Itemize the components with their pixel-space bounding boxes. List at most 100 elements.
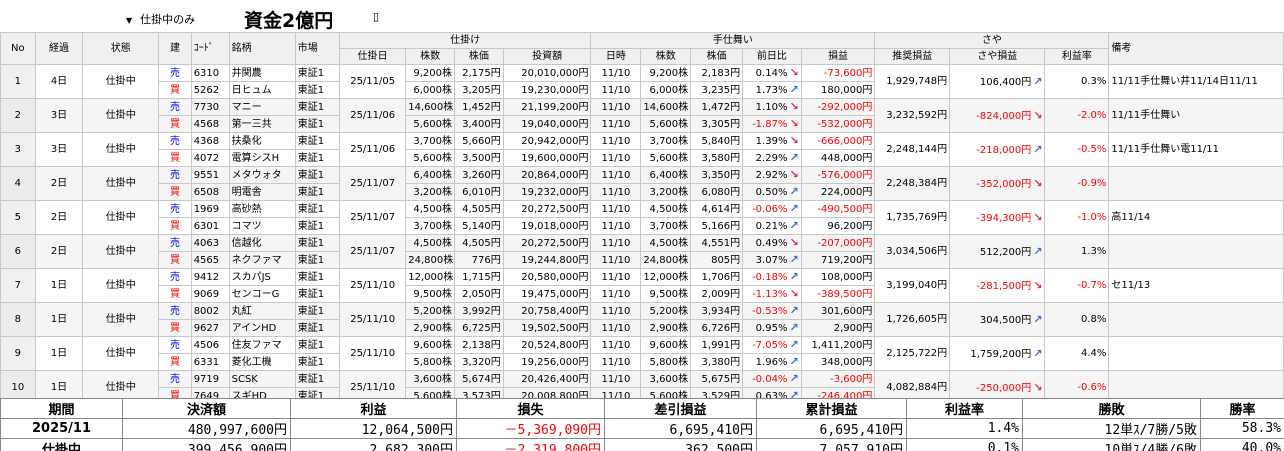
close-date-cell[interactable]: 11/10 [590,217,642,235]
side-cell[interactable]: 買 [158,251,192,269]
shares-cell[interactable]: 3,700株 [405,217,455,235]
prev-change-cell[interactable]: 1.73% ↗ [742,81,802,99]
pl-cell[interactable]: 2,900円 [800,319,876,337]
prev-change-cell[interactable]: 1.39% ↘ [742,132,802,150]
close-price-cell[interactable]: 1,472円 [690,98,744,116]
summary-profit[interactable]: 12,064,500円 [290,418,457,439]
summary-win-rate[interactable]: 58.3% [1200,418,1284,439]
code-cell[interactable]: 4568 [190,115,230,133]
row-number[interactable]: 7 [0,268,36,303]
close-shares-cell[interactable]: 5,800株 [640,353,692,371]
spread-pl-cell[interactable]: -281,500円 ↘ [949,268,1046,303]
prev-change-cell[interactable]: -7.05% ↗ [742,336,802,354]
price-cell[interactable]: 1,452円 [453,98,504,116]
table-row[interactable]: 3 3日 仕掛中売 4368 扶桑化 東証1 25/11/06 3,700株 5,660円 20,… [0,132,1284,167]
close-shares-cell[interactable]: 9,600株 [640,336,692,354]
market-cell[interactable]: 東証1 [294,268,341,286]
name-cell[interactable]: アインHD [228,319,296,337]
pl-cell[interactable]: 96,200円 [800,217,876,235]
close-shares-cell[interactable]: 3,600株 [640,370,692,388]
summary-win-loss[interactable]: 12単ｽ/7勝/5敗 [1022,418,1201,439]
prev-change-cell[interactable]: 3.07% ↗ [742,251,802,269]
name-cell[interactable]: ネクファマ [228,251,296,269]
col-close-price[interactable]: 株価 [690,48,744,65]
rec-pl-cell[interactable]: 3,232,592円 [874,98,951,133]
shares-cell[interactable]: 9,600株 [405,336,455,354]
shares-cell[interactable]: 3,200株 [405,183,455,201]
pl-cell[interactable]: -576,000円 [800,166,876,184]
col-no[interactable]: No [0,32,36,65]
spread-pl-cell[interactable]: -824,000円 ↘ [949,98,1046,133]
price-cell[interactable]: 3,992円 [453,302,504,320]
elapsed-cell[interactable]: 2日 [34,166,84,201]
state-cell[interactable]: 仕掛中 [82,98,160,133]
close-shares-cell[interactable]: 6,400株 [640,166,692,184]
price-cell[interactable]: 3,320円 [453,353,504,371]
pl-cell[interactable]: -490,500円 [800,200,876,218]
elapsed-cell[interactable]: 1日 [34,268,84,303]
summary-win-rate[interactable]: 40.0% [1200,438,1284,451]
close-date-cell[interactable]: 11/10 [590,234,642,252]
rate-cell[interactable]: -0.9% [1044,166,1110,201]
close-price-cell[interactable]: 2,009円 [690,285,744,303]
col-state[interactable]: 状態 [82,32,160,65]
close-date-cell[interactable]: 11/10 [590,64,642,82]
close-date-cell[interactable]: 11/10 [590,268,642,286]
open-date-cell[interactable]: 25/11/10 [339,268,407,303]
close-price-cell[interactable]: 5,840円 [690,132,744,150]
open-date-cell[interactable]: 25/11/06 [339,132,407,167]
shares-cell[interactable]: 5,600株 [405,149,455,167]
name-cell[interactable]: スカパJS [228,268,296,286]
pl-cell[interactable]: 108,000円 [800,268,876,286]
close-shares-cell[interactable]: 9,500株 [640,285,692,303]
summary-rate[interactable]: 0.1% [906,438,1023,451]
market-cell[interactable]: 東証1 [294,319,341,337]
close-date-cell[interactable]: 11/10 [590,115,642,133]
close-shares-cell[interactable]: 4,500株 [640,200,692,218]
invest-cell[interactable]: 20,272,500円 [502,200,592,218]
side-cell[interactable]: 売 [158,200,192,218]
prev-change-cell[interactable]: 2.92% ↘ [742,166,802,184]
price-cell[interactable]: 2,050円 [453,285,504,303]
shares-cell[interactable]: 4,500株 [405,234,455,252]
close-date-cell[interactable]: 11/10 [590,319,642,337]
col-name[interactable]: 銘柄 [228,32,296,65]
code-cell[interactable]: 6331 [190,353,230,371]
shares-cell[interactable]: 6,000株 [405,81,455,99]
pl-cell[interactable]: -3,600円 [800,370,876,388]
invest-cell[interactable]: 21,199,200円 [502,98,592,116]
code-cell[interactable]: 4565 [190,251,230,269]
price-cell[interactable]: 1,715円 [453,268,504,286]
code-cell[interactable]: 4506 [190,336,230,354]
rate-cell[interactable]: 4.4% [1044,336,1110,371]
close-price-cell[interactable]: 1,991円 [690,336,744,354]
summary-net[interactable]: 362,500円 [604,438,757,451]
rate-cell[interactable]: 0.3% [1044,64,1110,99]
price-cell[interactable]: 3,260円 [453,166,504,184]
prev-change-cell[interactable]: 1.96% ↗ [742,353,802,371]
spread-pl-cell[interactable]: 304,500円 ↗ [949,302,1046,337]
code-cell[interactable]: 4072 [190,149,230,167]
row-number[interactable]: 9 [0,336,36,371]
side-cell[interactable]: 買 [158,183,192,201]
close-shares-cell[interactable]: 24,800株 [640,251,692,269]
close-date-cell[interactable]: 11/10 [590,302,642,320]
code-cell[interactable]: 7730 [190,98,230,116]
rec-pl-cell[interactable]: 2,125,722円 [874,336,951,371]
spread-pl-cell[interactable]: -218,000円 ↗ [949,132,1046,167]
spread-pl-cell[interactable]: -352,000円 ↘ [949,166,1046,201]
summary-row[interactable]: 2025/11 480,997,600円 12,064,500円 －5,369,090… [0,418,1284,439]
prev-change-cell[interactable]: -1.87% ↘ [742,115,802,133]
open-date-cell[interactable]: 25/11/06 [339,98,407,133]
rate-cell[interactable]: -1.0% [1044,200,1110,235]
invest-cell[interactable]: 20,426,400円 [502,370,592,388]
summary-rate[interactable]: 1.4% [906,418,1023,439]
open-date-cell[interactable]: 25/11/10 [339,336,407,371]
col-shares[interactable]: 株数 [405,48,455,65]
state-cell[interactable]: 仕掛中 [82,302,160,337]
close-date-cell[interactable]: 11/10 [590,370,642,388]
shares-cell[interactable]: 12,000株 [405,268,455,286]
note-cell[interactable]: 11/11手仕舞い [1108,98,1284,133]
prev-change-cell[interactable]: -0.06% ↗ [742,200,802,218]
col-close-shares[interactable]: 株数 [640,48,692,65]
